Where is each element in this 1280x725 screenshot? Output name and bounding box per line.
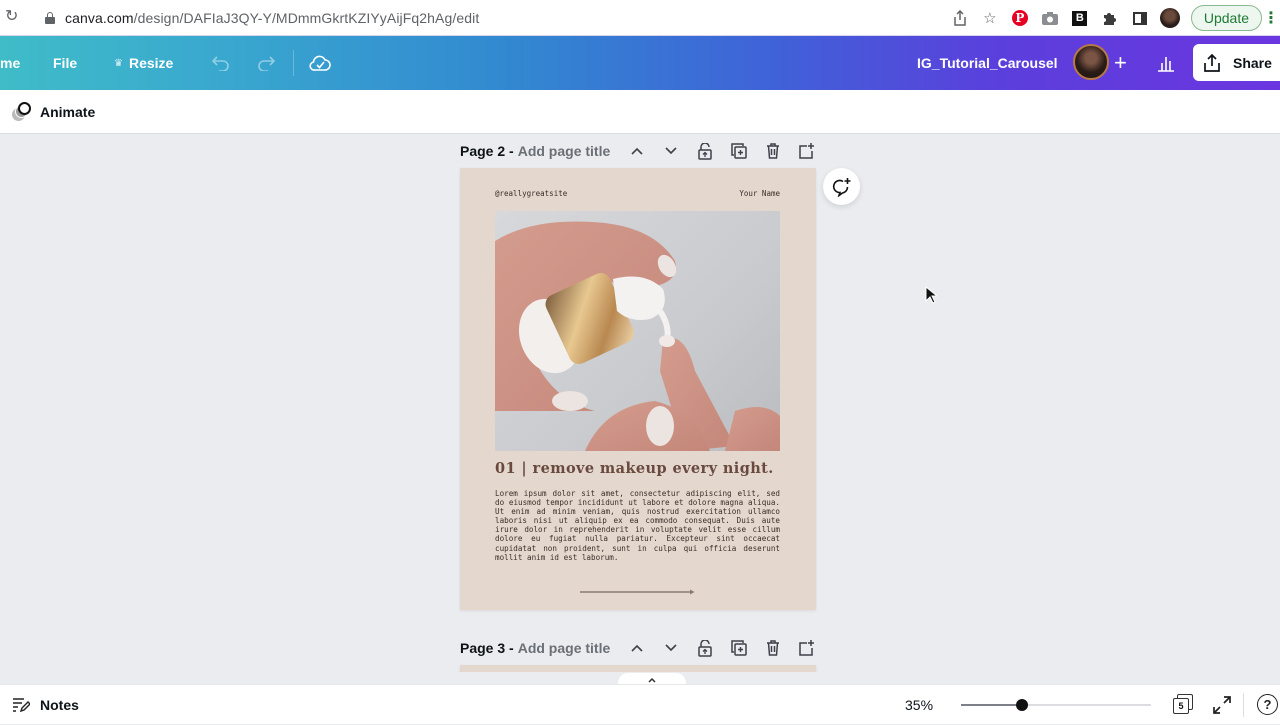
- animate-icon: [12, 102, 32, 122]
- user-avatar[interactable]: [1073, 44, 1109, 80]
- undo-icon: [211, 56, 229, 71]
- footer-divider: [1243, 693, 1244, 717]
- zoom-percentage[interactable]: 35%: [905, 685, 933, 725]
- share-upload-icon: [1204, 53, 1220, 72]
- page-3-header: Page 3 - Add page title: [460, 633, 814, 663]
- extensions-puzzle-icon[interactable]: [1095, 0, 1125, 36]
- add-page-icon: [799, 640, 814, 656]
- add-comment-button[interactable]: [823, 168, 860, 205]
- share-label: Share: [1233, 54, 1272, 71]
- move-page-down-button[interactable]: [654, 136, 688, 166]
- insights-button[interactable]: [1157, 54, 1175, 72]
- design-title[interactable]: IG_Tutorial_Carousel: [917, 36, 1058, 90]
- mouse-cursor-icon: [925, 286, 937, 304]
- page-number-label: Page 3 -: [460, 640, 514, 656]
- notes-button[interactable]: Notes: [12, 685, 79, 725]
- delete-page-button[interactable]: [756, 136, 790, 166]
- unlock-icon: [698, 142, 712, 160]
- cloud-check-icon: [309, 55, 331, 71]
- bar-chart-icon: [1158, 57, 1174, 72]
- pinterest-extension-icon[interactable]: P: [1005, 0, 1035, 36]
- delete-page-button[interactable]: [756, 633, 790, 663]
- camera-extension-icon[interactable]: [1035, 0, 1065, 36]
- redo-button[interactable]: [256, 36, 276, 90]
- file-menu-button[interactable]: File: [53, 36, 77, 90]
- duplicate-page-button[interactable]: [722, 136, 756, 166]
- handle-text[interactable]: @reallygreatsite: [495, 189, 567, 198]
- duplicate-icon: [731, 143, 747, 159]
- arrow-right-icon[interactable]: [580, 589, 695, 595]
- lock-page-button[interactable]: [688, 136, 722, 166]
- notes-label: Notes: [40, 697, 79, 713]
- resize-button[interactable]: ♛ Resize: [114, 36, 173, 90]
- chevron-up-icon: [631, 147, 643, 155]
- resize-label: Resize: [128, 55, 174, 71]
- page-title-input[interactable]: Add page title: [518, 143, 611, 159]
- duplicate-icon: [731, 640, 747, 656]
- duplicate-page-button[interactable]: [722, 633, 756, 663]
- browser-toolbar: ↻ canva.com/design/DAFIaJ3QY-Y/MDmmGkrtK…: [0, 0, 1280, 36]
- unlock-icon: [698, 639, 712, 657]
- page-grid-button[interactable]: 5: [1173, 694, 1195, 716]
- browser-profile-avatar[interactable]: [1155, 0, 1185, 36]
- toolbar-divider: [293, 50, 294, 76]
- trash-icon: [767, 640, 779, 656]
- lock-icon[interactable]: [45, 12, 55, 24]
- update-button[interactable]: Update: [1190, 5, 1262, 31]
- hands-serum-illustration: [495, 221, 780, 451]
- animate-button[interactable]: Animate: [12, 90, 95, 134]
- slide-heading[interactable]: 01 | remove makeup every night.: [495, 460, 774, 477]
- notes-icon: [13, 698, 30, 713]
- makeup-photo[interactable]: [495, 211, 780, 451]
- editor-header: me File ♛ Resize IG_Tutorial_Carousel + …: [0, 36, 1280, 90]
- undo-button[interactable]: [211, 36, 231, 90]
- page-number-label: Page 2 -: [460, 143, 514, 159]
- home-button[interactable]: me: [0, 36, 20, 90]
- name-text[interactable]: Your Name: [739, 189, 780, 198]
- lock-page-button[interactable]: [688, 633, 722, 663]
- editor-footer: Notes 35% 5 ?: [0, 684, 1280, 724]
- url-host: canva.com: [65, 10, 134, 26]
- redo-icon: [258, 56, 276, 71]
- move-page-down-button[interactable]: [654, 633, 688, 663]
- add-page-button[interactable]: [790, 136, 824, 166]
- add-page-icon: [799, 143, 814, 159]
- zoom-slider-fill: [961, 704, 1022, 706]
- cloud-save-status-button[interactable]: [309, 36, 331, 90]
- url-path: /design/DAFIaJ3QY-Y/MDmmGkrtKZIYyAijFq2h…: [133, 10, 480, 26]
- url-text[interactable]: canva.com/design/DAFIaJ3QY-Y/MDmmGkrtKZI…: [65, 10, 479, 26]
- browser-menu-icon[interactable]: ⋮: [1262, 0, 1280, 36]
- chevron-down-icon: [665, 644, 677, 652]
- help-button[interactable]: ?: [1257, 694, 1278, 715]
- comment-plus-icon: [832, 177, 850, 197]
- page-title-input[interactable]: Add page title: [518, 640, 611, 656]
- reload-icon[interactable]: ↻: [5, 9, 21, 25]
- context-toolbar: Animate: [0, 90, 1280, 134]
- page-count: 5: [1173, 698, 1189, 714]
- move-page-up-button[interactable]: [620, 136, 654, 166]
- bookmark-star-icon[interactable]: ☆: [975, 0, 1005, 36]
- trash-icon: [767, 143, 779, 159]
- zoom-slider-handle[interactable]: [1015, 699, 1028, 711]
- crown-icon: ♛: [114, 57, 123, 69]
- invite-plus-button[interactable]: +: [1114, 36, 1127, 90]
- side-panel-icon[interactable]: [1125, 0, 1155, 36]
- animate-label: Animate: [40, 104, 96, 120]
- move-page-up-button[interactable]: [620, 633, 654, 663]
- share-button[interactable]: Share: [1193, 44, 1280, 81]
- page-2-header: Page 2 - Add page title: [460, 136, 814, 166]
- fullscreen-button[interactable]: [1212, 695, 1232, 715]
- chevron-down-icon: [665, 147, 677, 155]
- b-extension-icon[interactable]: B: [1065, 0, 1095, 36]
- chevron-up-icon: [648, 677, 656, 683]
- expand-arrows-icon: [1213, 696, 1231, 714]
- chevron-up-icon: [631, 644, 643, 652]
- slide-body-text[interactable]: Lorem ipsum dolor sit amet, consectetur …: [495, 489, 780, 562]
- canvas-area[interactable]: Page 2 - Add page title @reallygreatsite…: [0, 135, 1280, 672]
- add-page-button[interactable]: [790, 633, 824, 663]
- page-3-canvas[interactable]: [460, 665, 816, 672]
- page-2-canvas[interactable]: @reallygreatsite Your Name 01 | remove m…: [460, 168, 816, 610]
- zoom-slider[interactable]: [961, 699, 1151, 711]
- share-page-icon[interactable]: [945, 0, 975, 36]
